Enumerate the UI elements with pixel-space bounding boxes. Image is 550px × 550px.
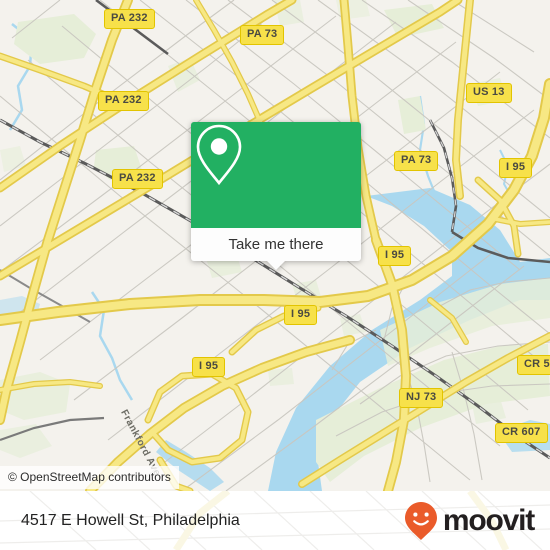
map-pin-icon (196, 124, 242, 186)
address-label: 4517 E Howell St, Philadelphia (21, 511, 240, 529)
road-shield: I 95 (192, 357, 226, 377)
moovit-map-screenshot: PA 232 PA 73 PA 232 US 13 PA 232 PA 73 I 95 I 9… (0, 0, 550, 550)
moovit-smiley-pin-icon (404, 501, 437, 540)
location-callout[interactable]: Take me there (191, 122, 361, 270)
road-shield: CR 607 (495, 423, 548, 443)
take-me-there-label[interactable]: Take me there (228, 236, 323, 253)
callout-action-area[interactable]: Take me there (191, 228, 361, 270)
road-shield: CR 54 (517, 355, 550, 375)
moovit-logo[interactable]: moovit (404, 501, 535, 541)
road-shield: PA 73 (394, 151, 439, 171)
callout-pointer-tail (267, 261, 285, 270)
road-shield: PA 232 (98, 91, 149, 111)
road-shield: PA 73 (240, 25, 285, 45)
callout-image-area (191, 122, 361, 228)
road-shield: I 95 (284, 305, 318, 325)
road-shield: NJ 73 (399, 388, 444, 408)
map-canvas[interactable]: PA 232 PA 73 PA 232 US 13 PA 232 PA 73 I 95 I 9… (0, 0, 550, 491)
road-shield: I 95 (378, 246, 412, 266)
road-shield: PA 232 (112, 169, 163, 189)
road-shield: I 95 (499, 158, 533, 178)
road-shield: US 13 (466, 83, 512, 103)
moovit-wordmark: moovit (442, 503, 535, 537)
footer-bar: 4517 E Howell St, Philadelphia moovit (0, 491, 550, 550)
osm-attribution[interactable]: © OpenStreetMap contributors (0, 466, 179, 489)
road-shield: PA 232 (104, 9, 155, 29)
